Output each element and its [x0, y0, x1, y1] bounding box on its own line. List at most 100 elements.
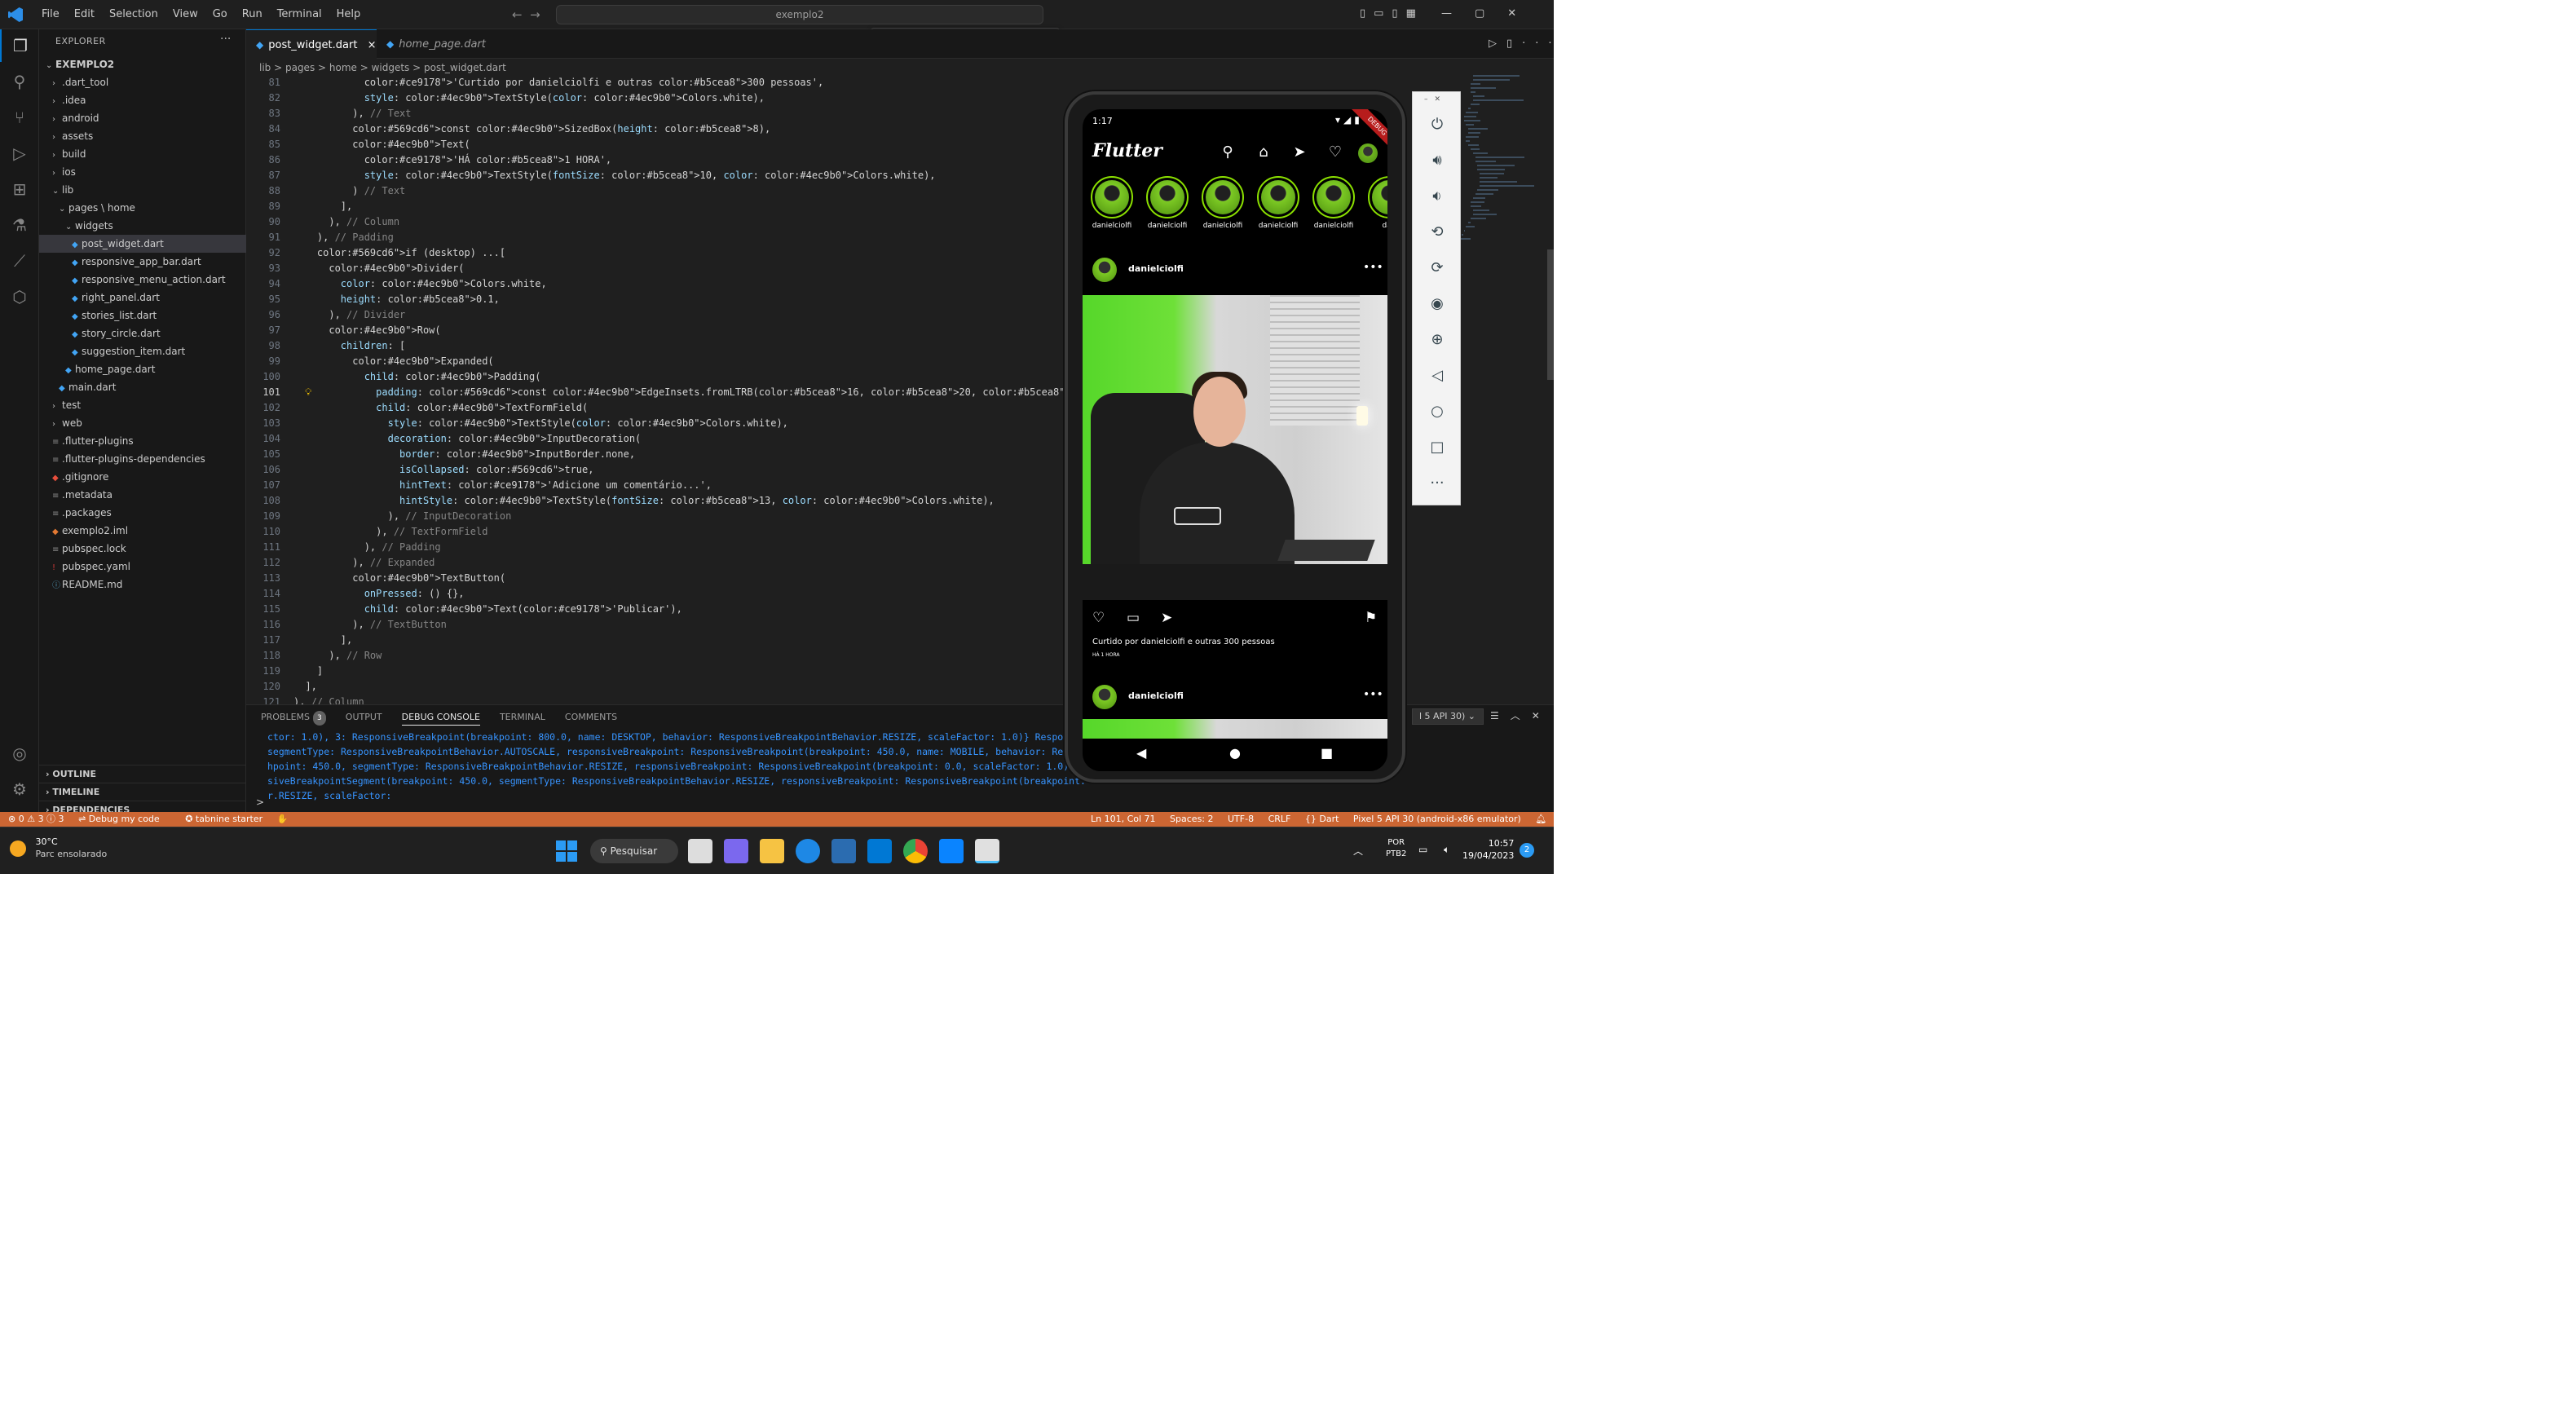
panel-tab-terminal[interactable]: TERMINAL — [500, 710, 545, 726]
panel-tab-problems[interactable]: PROBLEMS 3 — [261, 710, 326, 726]
tree-folder[interactable]: › ios — [39, 163, 246, 181]
language-indicator[interactable]: POR PTB2 — [1386, 837, 1406, 860]
phone-screen[interactable]: 1:17 ▾◢▮ DEBUG Flutter ⚲ ⌂ ➤ ♡ danielcio… — [1083, 109, 1387, 771]
editor-scrollbar[interactable] — [1547, 249, 1554, 380]
post-avatar[interactable] — [1092, 258, 1117, 282]
menu-item-help[interactable]: Help — [329, 0, 368, 29]
tree-file[interactable]: ⓘ README.md — [39, 576, 246, 593]
tree-folder[interactable]: ⌄ pages \ home — [39, 199, 246, 217]
volume-down-icon[interactable]: 🔉︎ — [1413, 180, 1462, 213]
home-icon[interactable]: ○ — [1413, 395, 1462, 428]
volume-up-icon[interactable]: 🔊︎ — [1413, 144, 1462, 177]
code-line[interactable]: 81 color:#ce9178">'Curtido por danielcio… — [246, 75, 1298, 90]
minimap[interactable] — [1459, 75, 1549, 254]
more-icon[interactable]: ••• — [1363, 261, 1383, 274]
tree-file[interactable]: ◆ post_widget.dart — [39, 235, 246, 253]
emulator-taskbar-icon[interactable] — [975, 839, 999, 863]
tree-file[interactable]: ≡ .packages — [39, 504, 246, 522]
panel-tab-output[interactable]: OUTPUT — [346, 710, 382, 726]
network-sound-icons[interactable]: ▭ 🔈︎ — [1418, 844, 1456, 856]
post-photo[interactable] — [1083, 295, 1387, 600]
nav-arrows-icon[interactable]: ← → — [512, 7, 540, 22]
search-icon[interactable]: ⚲ — [0, 65, 39, 98]
tree-folder[interactable]: › assets — [39, 127, 246, 145]
clock[interactable]: 10:57 19/04/2023 — [1462, 837, 1514, 862]
stories-list[interactable]: danielciolfi danielciolfi danielciolfi dani… — [1083, 176, 1387, 240]
layout-icons[interactable]: ▯▭▯▦ — [1360, 7, 1424, 20]
menu-item-go[interactable]: Go — [205, 0, 235, 29]
outline-section[interactable]: › OUTLINE — [39, 765, 246, 783]
cursor-position[interactable]: Ln 101, Col 71 — [1091, 814, 1156, 824]
post-username[interactable]: danielciolfi — [1128, 690, 1184, 701]
overview-icon[interactable]: □ — [1413, 431, 1462, 464]
power-icon[interactable]: ⏻ — [1413, 108, 1462, 141]
menu-item-selection[interactable]: Selection — [102, 0, 165, 29]
edge-icon[interactable] — [796, 839, 820, 863]
tree-file[interactable]: ◆ exemplo2.iml — [39, 522, 246, 540]
post-username[interactable]: danielciolfi — [1128, 263, 1184, 274]
back-icon[interactable]: ◀ — [1136, 745, 1146, 761]
panel-tab-debug-console[interactable]: DEBUG CONSOLE — [401, 710, 480, 726]
back-icon[interactable]: ◁ — [1413, 360, 1462, 392]
tree-file[interactable]: ! pubspec.yaml — [39, 558, 246, 576]
post-avatar[interactable] — [1092, 685, 1117, 709]
file-explorer-icon[interactable] — [760, 839, 784, 863]
tree-file[interactable]: ≡ pubspec.lock — [39, 540, 246, 558]
bell-icon[interactable]: 🔔︎ — [1535, 814, 1546, 824]
explorer-icon[interactable]: ❐ — [0, 29, 39, 62]
tree-folder[interactable]: › .dart_tool — [39, 73, 246, 91]
story-circle[interactable]: dan — [1365, 176, 1387, 230]
line-ending[interactable]: CRLF — [1268, 814, 1291, 824]
home-icon[interactable]: ⌂ — [1246, 143, 1281, 161]
close-icon[interactable]: × — [368, 39, 377, 51]
send-icon[interactable]: ➤ — [1281, 143, 1317, 161]
story-circle[interactable]: danielciolfi — [1087, 176, 1136, 230]
timeline-section[interactable]: › TIMELINE — [39, 783, 246, 801]
panel-actions[interactable]: ☰︿✕ — [1490, 708, 1551, 722]
profile-avatar[interactable] — [1358, 143, 1378, 163]
editor-actions[interactable]: ▷▯··· — [1489, 38, 1562, 50]
teams-icon[interactable] — [724, 839, 748, 863]
story-circle[interactable]: danielciolfi — [1254, 176, 1303, 230]
device-select[interactable]: l 5 API 30) ⌄ — [1412, 708, 1484, 725]
extensions-icon[interactable]: ⊞ — [0, 173, 39, 205]
windows-start-icon[interactable] — [556, 840, 577, 862]
settings-gear-icon[interactable]: ⚙ — [0, 773, 39, 805]
share-icon[interactable]: ➤ — [1161, 610, 1172, 626]
tabnine-status[interactable]: ✪ tabnine starter ✋ — [185, 814, 288, 824]
menu-item-file[interactable]: File — [34, 0, 67, 29]
menu-item-run[interactable]: Run — [235, 0, 270, 29]
testing-icon[interactable]: ⚗ — [0, 209, 39, 241]
tree-folder[interactable]: › .idea — [39, 91, 246, 109]
story-circle[interactable]: danielciolfi — [1198, 176, 1247, 230]
more-icon[interactable]: ••• — [1363, 688, 1383, 701]
panel-tab-comments[interactable]: COMMENTS — [565, 710, 617, 726]
device-status[interactable]: Pixel 5 API 30 (android-x86 emulator) — [1353, 814, 1521, 824]
comment-icon[interactable]: ▭ — [1127, 610, 1140, 626]
tree-folder[interactable]: › build — [39, 145, 246, 163]
tree-folder[interactable]: › android — [39, 109, 246, 127]
tree-file[interactable]: ◆ stories_list.dart — [39, 307, 246, 324]
command-center-search[interactable]: exemplo2 — [556, 5, 1043, 24]
chrome-icon[interactable] — [903, 839, 928, 863]
post-photo-2[interactable] — [1083, 719, 1387, 739]
tree-file[interactable]: ◆ main.dart — [39, 378, 246, 396]
tree-file[interactable]: ◆ responsive_menu_action.dart — [39, 271, 246, 289]
problems-status[interactable]: ⊗ 0 ⚠ 3 ⓘ 3 — [8, 814, 64, 824]
more-actions-icon[interactable]: ··· — [220, 33, 231, 46]
tray-icons[interactable]: ︿ — [1353, 844, 1370, 858]
indentation[interactable]: Spaces: 2 — [1170, 814, 1213, 824]
search-icon[interactable]: ⚲ — [1210, 143, 1246, 161]
tree-folder[interactable]: › test — [39, 396, 246, 414]
tree-file[interactable]: ≡ .flutter-plugins — [39, 432, 246, 450]
notification-badge[interactable]: 2 — [1520, 843, 1534, 858]
app-icon[interactable] — [867, 839, 892, 863]
tab-post-widget[interactable]: ◆ post_widget.dart × — [246, 29, 377, 59]
more-icon[interactable]: ··· — [1413, 467, 1462, 500]
tree-file[interactable]: ≡ .flutter-plugins-dependencies — [39, 450, 246, 468]
tab-home-page[interactable]: ◆ home_page.dart — [377, 29, 499, 59]
tree-root[interactable]: ⌄ EXEMPLO2 — [39, 55, 246, 73]
task-view-icon[interactable] — [688, 839, 712, 863]
story-circle[interactable]: danielciolfi — [1309, 176, 1358, 230]
flutter-icon[interactable]: ⟋ — [0, 245, 39, 277]
